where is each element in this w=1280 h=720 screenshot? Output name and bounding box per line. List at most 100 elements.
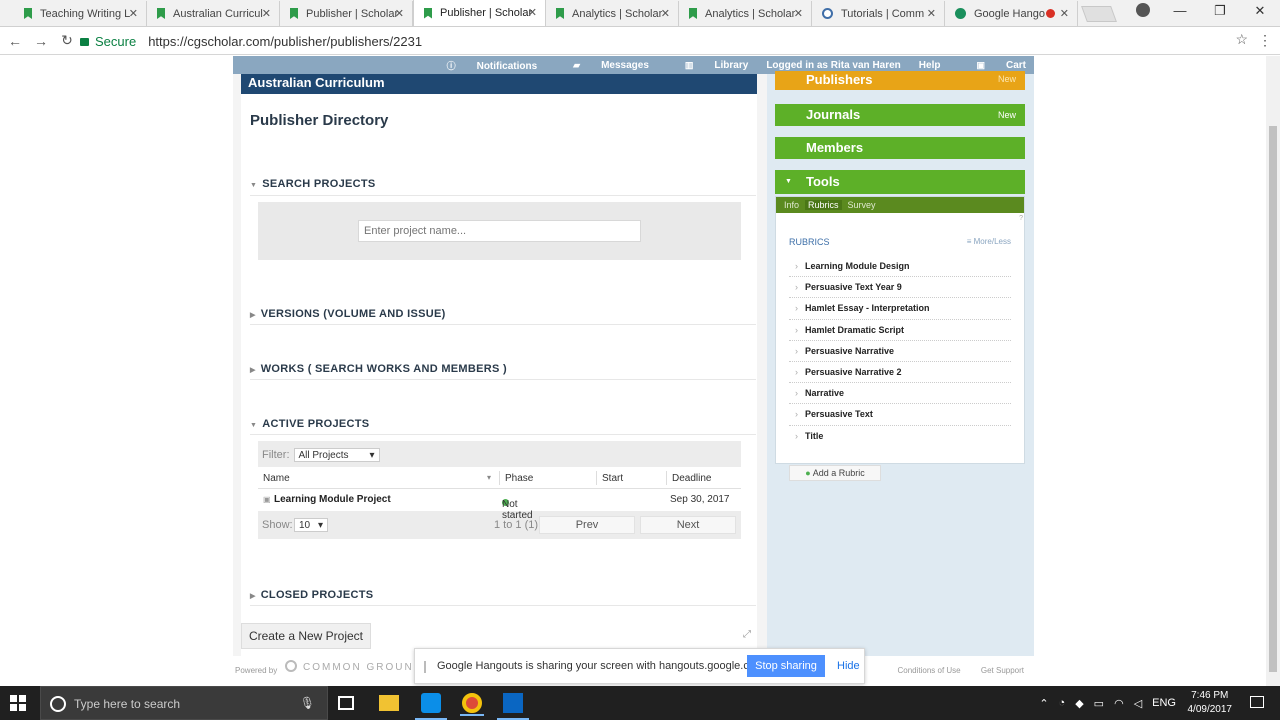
help-icon[interactable]: ?: [1019, 215, 1023, 222]
rubric-item[interactable]: Narrative: [789, 383, 1011, 405]
browser-tab[interactable]: Teaching Writing L ✕: [14, 1, 147, 26]
stop-sharing-button[interactable]: Stop sharing: [747, 655, 825, 677]
rubric-item[interactable]: Hamlet Dramatic Script: [789, 320, 1011, 341]
rubric-item[interactable]: Persuasive Narrative 2: [789, 362, 1011, 384]
publishers-button[interactable]: Publishers New: [775, 71, 1025, 90]
project-search-input[interactable]: [358, 220, 641, 242]
members-button[interactable]: Members: [775, 137, 1025, 159]
project-name-link[interactable]: Learning Module Project: [274, 494, 391, 505]
filter-select[interactable]: All Projects ▾: [293, 448, 380, 462]
section-search-projects[interactable]: ▼ SEARCH PROJECTS: [250, 178, 756, 190]
browser-tab[interactable]: Australian Curricul ✕: [147, 1, 280, 26]
section-works[interactable]: ▶ WORKS ( SEARCH WORKS AND MEMBERS ): [250, 363, 756, 375]
sort-icon[interactable]: ▾: [487, 473, 491, 482]
create-project-button[interactable]: Create a New Project: [241, 623, 371, 649]
browser-tab-active[interactable]: Publisher | Scholar ✕: [413, 0, 546, 26]
rubric-item[interactable]: Persuasive Text: [789, 404, 1011, 426]
browser-tab[interactable]: Publisher | Scholar ✕: [280, 1, 413, 26]
close-icon[interactable]: ✕: [395, 7, 404, 20]
section-active-projects[interactable]: ▼ ACTIVE PROJECTS: [250, 418, 756, 430]
dropdown-arrow-icon: ▾: [317, 519, 323, 531]
close-window-icon[interactable]: ✕: [1240, 0, 1280, 24]
community-banner[interactable]: Australian Curriculum: [241, 74, 757, 94]
browser-tab[interactable]: Analytics | Scholar ✕: [546, 1, 679, 26]
volume-icon[interactable]: ◁: [1134, 697, 1142, 710]
network-icon[interactable]: ◔: [1059, 697, 1066, 709]
windows-start-icon[interactable]: [10, 695, 26, 711]
file-explorer-icon[interactable]: [379, 695, 399, 711]
tab-survey[interactable]: Survey: [848, 200, 876, 210]
forward-icon[interactable]: →: [30, 33, 52, 49]
add-rubric-button[interactable]: ● Add a Rubric: [789, 465, 881, 481]
column-header-deadline[interactable]: Deadline: [672, 473, 711, 484]
prev-button[interactable]: Prev: [539, 516, 635, 534]
browser-tab[interactable]: Analytics | Scholar ✕: [679, 1, 812, 26]
taskbar-clock[interactable]: 7:46 PM 4/09/2017: [1188, 689, 1233, 717]
section-versions[interactable]: ▶ VERSIONS (VOLUME AND ISSUE): [250, 308, 756, 320]
task-view-icon[interactable]: [338, 696, 354, 710]
close-icon[interactable]: ✕: [794, 7, 803, 20]
hide-button[interactable]: Hide: [837, 660, 860, 672]
tab-info[interactable]: Info: [784, 200, 799, 210]
support-link[interactable]: Get Support: [981, 666, 1024, 675]
rubric-item[interactable]: Persuasive Text Year 9: [789, 277, 1011, 299]
rubric-item[interactable]: Learning Module Design: [789, 256, 1011, 278]
close-icon[interactable]: ✕: [262, 7, 271, 20]
microphone-icon[interactable]: 🎙: [300, 696, 315, 710]
close-icon[interactable]: ✕: [1060, 7, 1069, 20]
new-tab-button[interactable]: [1081, 6, 1117, 22]
rubric-item[interactable]: Title: [789, 426, 1011, 447]
chrome-icon[interactable]: [460, 693, 484, 716]
rubric-item[interactable]: Persuasive Narrative: [789, 341, 1011, 362]
dropbox-icon[interactable]: ◆: [1075, 697, 1083, 710]
page-size-select[interactable]: 10 ▾: [294, 518, 328, 532]
next-button[interactable]: Next: [640, 516, 736, 534]
tools-button[interactable]: ▼ Tools: [775, 170, 1025, 194]
star-icon[interactable]: ☆: [1235, 31, 1248, 48]
battery-icon[interactable]: ▭: [1094, 697, 1104, 710]
common-ground-logo[interactable]: COMMON GROUND: [285, 660, 423, 673]
rubric-item[interactable]: Hamlet Essay - Interpretation: [789, 298, 1011, 320]
browser-tab[interactable]: Tutorials | Comm ✕: [812, 1, 945, 26]
section-closed-projects[interactable]: ▶ CLOSED PROJECTS: [250, 589, 756, 601]
taskbar-search[interactable]: Type here to search 🎙: [40, 686, 328, 720]
show-hidden-icons-icon[interactable]: ⌃: [1039, 697, 1048, 710]
drag-handle-icon[interactable]: [424, 661, 426, 673]
back-icon[interactable]: ←: [4, 33, 26, 49]
browser-tab[interactable]: Google Hango ✕: [945, 1, 1078, 26]
page-scrollbar[interactable]: [1266, 56, 1280, 686]
conditions-link[interactable]: Conditions of Use: [897, 666, 960, 675]
expand-icon[interactable]: ⤢: [743, 629, 751, 640]
outlook-icon[interactable]: [497, 693, 529, 720]
close-icon[interactable]: ✕: [661, 7, 670, 20]
minimize-icon[interactable]: —: [1160, 0, 1200, 24]
close-icon[interactable]: ✕: [129, 7, 138, 20]
close-icon[interactable]: ✕: [927, 7, 936, 20]
column-header-name[interactable]: Name: [263, 473, 290, 484]
skype-icon[interactable]: [415, 693, 447, 720]
close-icon[interactable]: ✕: [528, 6, 537, 19]
tab-rubrics[interactable]: Rubrics: [805, 200, 842, 210]
profile-icon[interactable]: [1136, 3, 1150, 17]
action-center-icon[interactable]: [1250, 696, 1264, 708]
language-indicator[interactable]: ENG: [1152, 697, 1176, 709]
more-less-link[interactable]: ≡ More/Less: [967, 237, 1011, 246]
table-row[interactable]: ▣ Learning Module Project Not started Se…: [258, 489, 741, 521]
column-header-phase[interactable]: Phase: [505, 473, 533, 484]
cart-link[interactable]: ▣ Cart: [958, 60, 1026, 71]
url-text[interactable]: https://cgscholar.com/publisher/publishe…: [148, 34, 422, 49]
address-bar[interactable]: Secure https://cgscholar.com/publisher/p…: [80, 30, 1248, 52]
account-menu[interactable]: Logged in as Rita van Haren: [766, 60, 900, 71]
reload-icon[interactable]: ↻: [56, 32, 78, 49]
journals-button[interactable]: Journals New: [775, 104, 1025, 126]
library-link[interactable]: ▥ Library: [667, 60, 748, 71]
browser-menu-icon[interactable]: ⋮: [1258, 32, 1272, 49]
messages-link[interactable]: ▰ Messages: [555, 60, 649, 71]
help-link[interactable]: Help: [919, 60, 941, 71]
restore-icon[interactable]: ❐: [1200, 0, 1240, 24]
rubrics-heading: RUBRICS: [789, 237, 830, 247]
notifications-link[interactable]: ⓘ Notifications: [429, 59, 538, 72]
scrollbar-thumb[interactable]: [1269, 126, 1277, 672]
wifi-icon[interactable]: ◠: [1114, 697, 1124, 710]
column-header-start[interactable]: Start: [602, 473, 623, 484]
